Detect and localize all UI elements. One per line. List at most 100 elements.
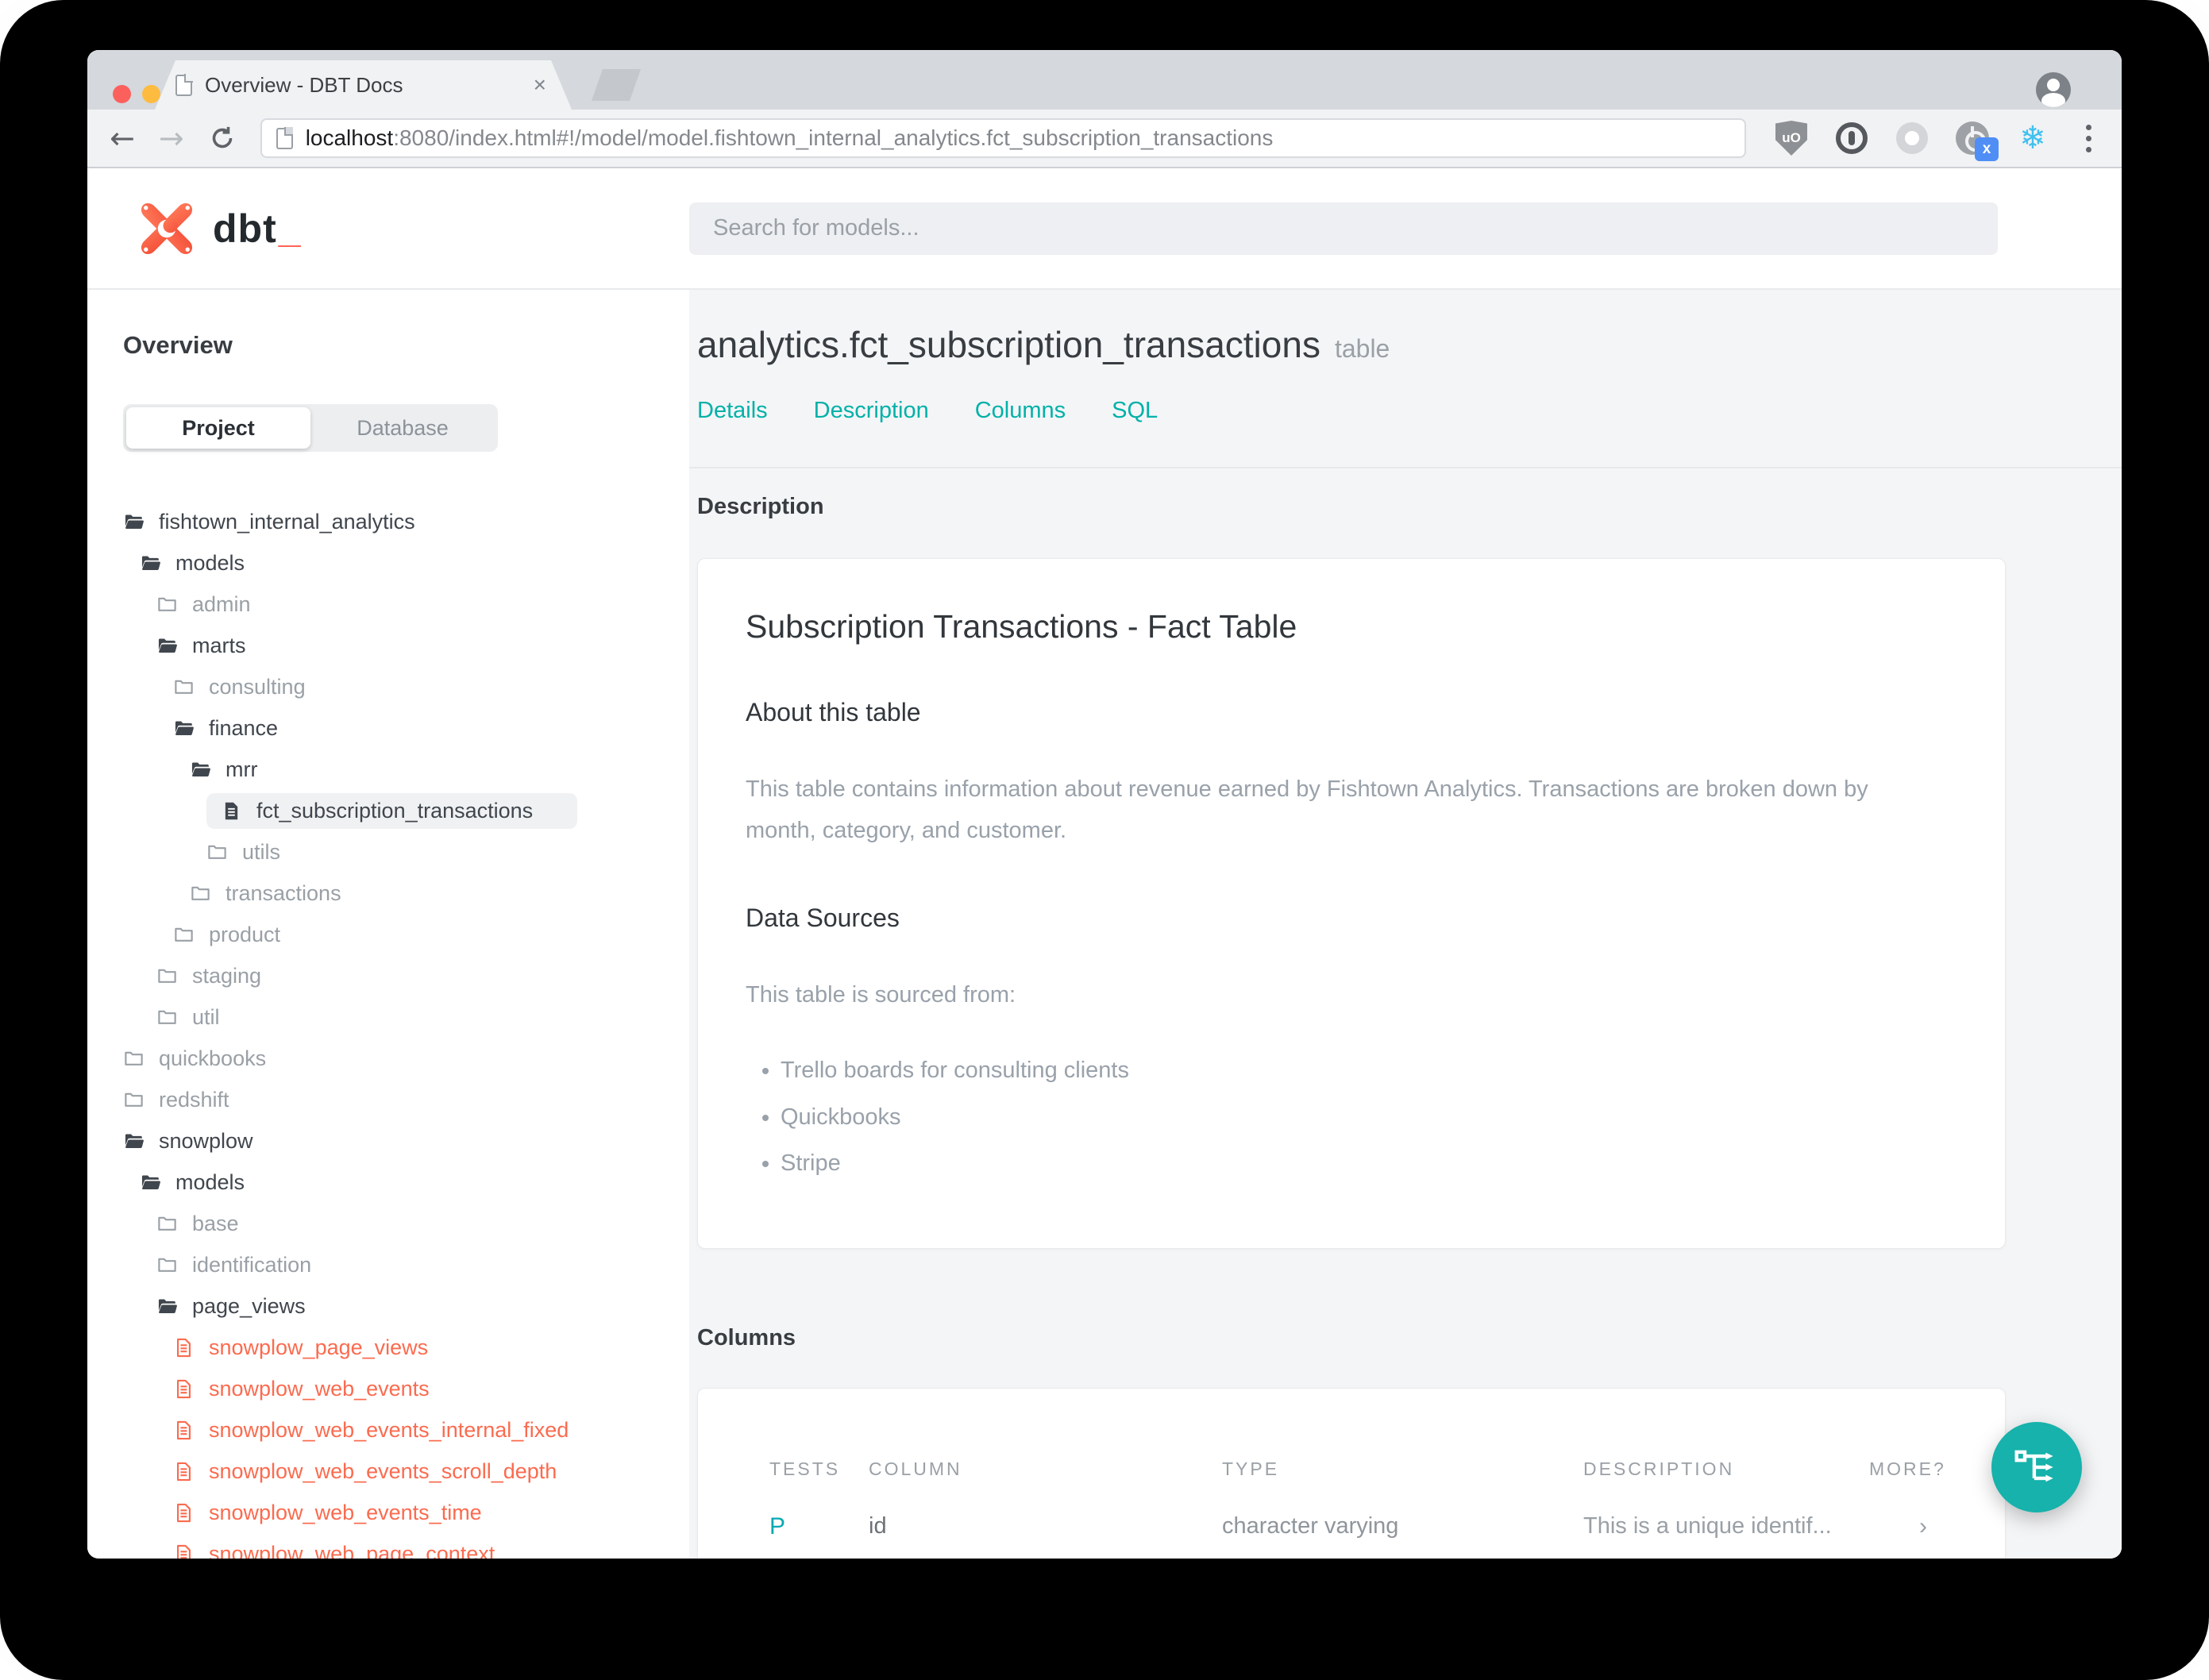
main-panel: analytics.fct_subscription_transactions … <box>689 290 2122 1559</box>
folder-open-icon <box>123 1131 145 1152</box>
tree-item-redshift[interactable]: redshift <box>123 1079 689 1120</box>
tree-item-identification[interactable]: identification <box>123 1244 689 1285</box>
new-tab-button[interactable] <box>592 69 641 101</box>
snowflake-extension-icon[interactable]: ❄ <box>2016 121 2049 155</box>
tab-project[interactable]: Project <box>126 407 310 449</box>
tree-item-quickbooks[interactable]: quickbooks <box>123 1038 689 1079</box>
nav-link-sql[interactable]: SQL <box>1112 398 1158 424</box>
onepassword-extension-icon[interactable] <box>1835 121 1868 155</box>
tests-badge: P <box>769 1512 786 1539</box>
nav-link-columns[interactable]: Columns <box>975 398 1066 424</box>
tree-item-label: quickbooks <box>159 1046 267 1070</box>
tree-item-label: fishtown_internal_analytics <box>159 509 415 534</box>
sidebar-overview-title: Overview <box>123 331 233 359</box>
tree-item-models[interactable]: models <box>123 1162 689 1203</box>
tree-item-snowplow_web_events_time[interactable]: snowplow_web_events_time <box>123 1492 689 1533</box>
column-header-type: TYPE <box>1222 1458 1280 1480</box>
folder-open-icon <box>190 759 211 780</box>
folder-icon <box>156 1007 178 1028</box>
browser-tab[interactable]: Overview - DBT Docs × <box>155 60 572 110</box>
tree-item-product[interactable]: product <box>123 914 689 955</box>
tree-item-fct_subscription_transactions[interactable]: fct_subscription_transactions <box>123 790 689 831</box>
tree-item-label: snowplow_web_events <box>209 1376 430 1401</box>
minimize-window-button[interactable] <box>142 85 160 103</box>
nav-link-details[interactable]: Details <box>697 398 768 424</box>
reload-button[interactable] <box>208 124 237 152</box>
tab-close-icon[interactable]: × <box>529 72 551 98</box>
tree-item-util[interactable]: util <box>123 996 689 1038</box>
tree-item-page_views[interactable]: page_views <box>123 1285 689 1327</box>
page-security-icon <box>276 127 294 149</box>
app-content: Overview Project Database fishtown_intern… <box>87 290 2122 1559</box>
tab-database[interactable]: Database <box>310 407 495 449</box>
tree-item-label: models <box>175 1169 245 1194</box>
tree-item-label: snowplow_web_page_context <box>209 1541 495 1559</box>
tree-item-label: consulting <box>209 674 306 699</box>
folder-open-icon <box>140 553 161 574</box>
folder-icon <box>156 965 178 987</box>
tree-item-label: mrr <box>226 757 258 781</box>
tree-item-base[interactable]: base <box>123 1203 689 1244</box>
forward-button: → <box>158 121 184 156</box>
lineage-graph-button[interactable] <box>1991 1422 2082 1512</box>
folder-icon <box>156 1254 178 1276</box>
proxy-extension-icon[interactable]: x <box>1956 121 1999 161</box>
dbt-logo[interactable]: dbt_ <box>138 200 689 257</box>
tree-item-snowplow_web_page_context[interactable]: snowplow_web_page_context <box>123 1533 689 1559</box>
browser-profile-avatar[interactable] <box>2036 72 2071 107</box>
tree-item-transactions[interactable]: transactions <box>123 873 689 914</box>
table-row-id[interactable]: Pid character varying This is a unique ide… <box>769 1497 1933 1555</box>
tree-item-models[interactable]: models <box>123 542 689 584</box>
file-outline-icon <box>173 1337 195 1358</box>
columns-table-body: Pid character varying This is a unique ide… <box>769 1497 1933 1559</box>
tree-item-snowplow_web_events[interactable]: snowplow_web_events <box>123 1368 689 1409</box>
back-button[interactable]: ← <box>110 123 135 153</box>
tree-item-label: redshift <box>159 1087 229 1112</box>
folder-icon <box>206 842 228 863</box>
close-window-button[interactable] <box>113 85 131 103</box>
tree-item-label: admin <box>192 591 251 616</box>
page-favicon-icon <box>175 75 192 96</box>
table-row-customer_id[interactable]: F Ncustomer_idcharacter varyingThe uniqu… <box>769 1555 1933 1559</box>
address-bar[interactable]: localhost:8080/index.html#!/model/model.… <box>260 118 1746 158</box>
tree-item-admin[interactable]: admin <box>123 584 689 625</box>
tree-item-label: staging <box>192 963 262 988</box>
file-outline-icon <box>173 1378 195 1400</box>
search-input[interactable] <box>689 202 1998 255</box>
columns-section-heading: Columns <box>697 1325 796 1351</box>
columns-table-header: TESTS COLUMN TYPE DESCRIPTION MORE? <box>769 1458 1944 1480</box>
folder-icon <box>123 1048 145 1069</box>
tree-item-fishtown_internal_analytics[interactable]: fishtown_internal_analytics <box>123 501 689 542</box>
tree-item-snowplow_web_events_scroll_depth[interactable]: snowplow_web_events_scroll_depth <box>123 1451 689 1492</box>
ublock-extension-icon[interactable]: uO <box>1775 121 1808 156</box>
browser-menu-icon[interactable] <box>2078 124 2099 152</box>
data-source-item: Quickbooks <box>781 1100 1957 1135</box>
expand-row-icon[interactable]: › <box>1869 1513 1933 1540</box>
tree-item-snowplow_web_events_internal_fixed[interactable]: snowplow_web_events_internal_fixed <box>123 1409 689 1451</box>
nav-link-description[interactable]: Description <box>814 398 929 424</box>
tree-item-staging[interactable]: staging <box>123 955 689 996</box>
tab-title: Overview - DBT Docs <box>205 72 403 97</box>
tree-item-consulting[interactable]: consulting <box>123 666 689 707</box>
tree-item-label: fct_subscription_transactions <box>256 798 534 823</box>
dbt-app-header: dbt_ <box>87 168 2122 290</box>
folder-open-icon <box>156 1296 178 1317</box>
sidebar: Overview Project Database fishtown_intern… <box>87 290 689 1559</box>
tree-item-snowplow[interactable]: snowplow <box>123 1120 689 1162</box>
tree-item-marts[interactable]: marts <box>123 625 689 666</box>
tree-item-mrr[interactable]: mrr <box>123 749 689 790</box>
page-title: analytics.fct_subscription_transactions <box>697 324 1320 365</box>
tree-item-label: finance <box>209 715 279 740</box>
folder-icon <box>123 1089 145 1111</box>
loop-extension-icon[interactable] <box>1895 121 1929 155</box>
tree-item-finance[interactable]: finance <box>123 707 689 749</box>
dbt-logo-icon <box>141 202 193 254</box>
dbt-logo-underscore: _ <box>278 206 301 251</box>
url-path: :8080/index.html#!/model/model.fishtown_… <box>393 125 1274 150</box>
tree-item-utils[interactable]: utils <box>123 831 689 873</box>
data-sources-list: Trello boards for consulting clients Quic… <box>746 1053 1957 1182</box>
tree-item-snowplow_page_views[interactable]: snowplow_page_views <box>123 1327 689 1368</box>
description-section-heading: Description <box>697 494 824 519</box>
column-header-tests: TESTS <box>769 1458 841 1480</box>
page-title-type: table <box>1334 334 1390 363</box>
